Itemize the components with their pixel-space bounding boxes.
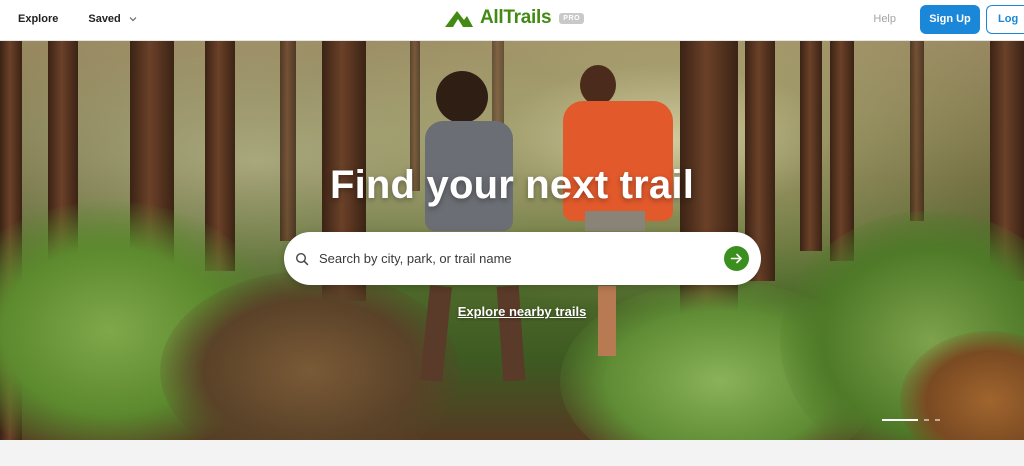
nav-saved-dropdown[interactable]: Saved — [88, 13, 137, 25]
search-icon — [295, 252, 309, 265]
arrow-right-icon — [730, 253, 742, 264]
trail-search-bar[interactable] — [284, 232, 761, 285]
explore-nearby-trails-link[interactable]: Explore nearby trails — [0, 304, 1024, 319]
alltrails-logo[interactable]: AllTrails PRO — [444, 6, 585, 30]
nav-left: Explore Saved — [18, 0, 138, 38]
nav-right: Help Sign Up Log — [873, 4, 1024, 34]
hero-title: Find your next trail — [329, 163, 695, 207]
top-nav: Explore Saved AllTrails PRO Help Sign Up… — [0, 0, 1024, 41]
carousel-indicators — [882, 419, 940, 421]
log-in-button[interactable]: Log — [986, 4, 1024, 34]
search-input[interactable] — [319, 251, 699, 266]
pro-badge: PRO — [559, 12, 585, 24]
sign-up-button[interactable]: Sign Up — [920, 4, 980, 34]
page-content-area — [0, 440, 1024, 466]
nav-saved-label: Saved — [88, 13, 121, 25]
hero-banner: Find your next trail Explore nearby trai… — [0, 41, 1024, 440]
brand-name: AllTrails — [480, 7, 552, 28]
help-link[interactable]: Help — [873, 13, 896, 25]
carousel-dot-1[interactable] — [882, 419, 918, 421]
carousel-dot-3[interactable] — [935, 419, 940, 421]
carousel-dot-2[interactable] — [924, 419, 929, 421]
chevron-down-icon — [129, 17, 137, 22]
mountain-logo-icon — [445, 11, 473, 27]
nav-explore-link[interactable]: Explore — [18, 13, 58, 25]
search-submit-button[interactable] — [724, 246, 749, 271]
